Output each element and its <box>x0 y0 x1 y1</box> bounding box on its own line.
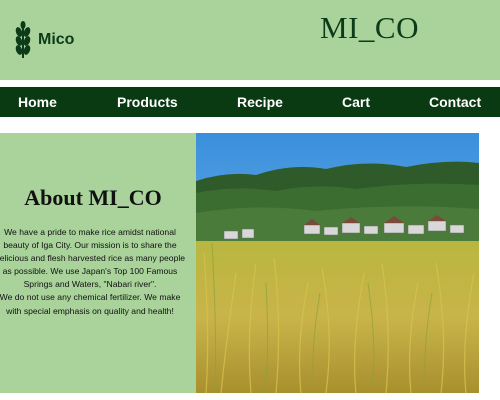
main-nav: Home Products Recipe Cart Contact <box>0 87 500 117</box>
site-header: Mico MI_CO <box>0 0 500 80</box>
nav-item-products[interactable]: Products <box>117 87 178 117</box>
about-paragraph: We do not use any chemical fertilizer. W… <box>0 292 181 316</box>
site-title: MI_CO <box>320 10 419 45</box>
nav-item-cart[interactable]: Cart <box>342 87 370 117</box>
site-logo[interactable]: Mico <box>14 20 74 60</box>
about-section: About MI_CO We have a pride to make rice… <box>0 133 196 393</box>
page-footer-edge <box>0 393 500 400</box>
about-text: We have a pride to make rice amidst nati… <box>0 226 188 318</box>
logo-text: Mico <box>38 31 75 48</box>
rice-field-photo <box>196 133 479 393</box>
about-paragraph: We have a pride to make rice amidst nati… <box>0 227 186 290</box>
nav-item-recipe[interactable]: Recipe <box>237 87 283 117</box>
rice-plant-icon <box>14 20 32 60</box>
nav-item-contact[interactable]: Contact <box>429 87 481 117</box>
nav-item-home[interactable]: Home <box>18 87 57 117</box>
about-title: About MI_CO <box>24 185 162 210</box>
